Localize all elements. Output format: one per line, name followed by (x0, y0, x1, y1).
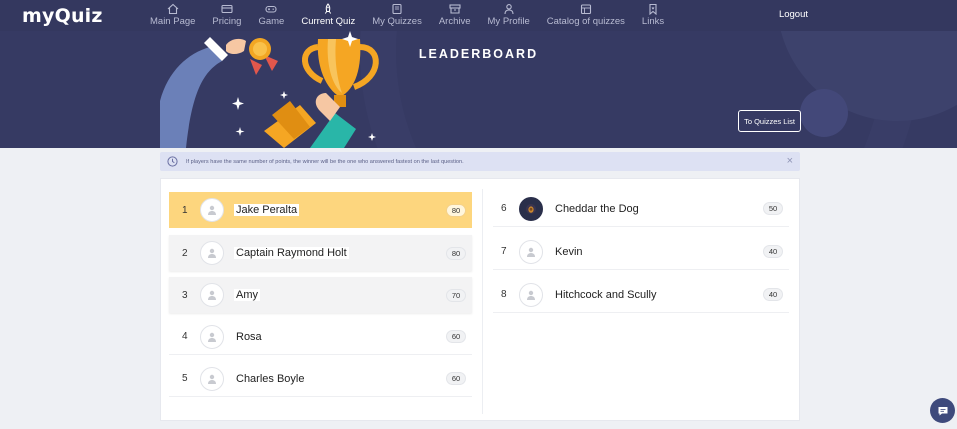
avatar (519, 239, 543, 264)
logo-text-quiz: Quiz (54, 5, 103, 27)
banner-decoration-circle-small (800, 89, 848, 137)
player-name: Rosa (236, 330, 262, 343)
user-avatar-icon (208, 332, 216, 342)
leaderboard-row: 3 Amy 70 (169, 277, 472, 313)
score-badge: 80 (446, 203, 466, 217)
gamepad-icon (265, 5, 277, 13)
rank-number: 4 (182, 331, 188, 342)
tie-break-info-banner: If players have the same number of point… (160, 152, 800, 171)
page-title: LEADERBOARD (418, 47, 539, 61)
avatar (200, 324, 224, 349)
rank-number: 3 (182, 289, 188, 301)
nav-my-quizzes-label: My Quizzes (372, 16, 422, 27)
nav-archive-label: Archive (438, 16, 471, 27)
leaderboard-row: 6 Cheddar the Dog 50 (493, 191, 789, 227)
avatar (200, 241, 224, 265)
rank-number: 1 (182, 204, 188, 216)
nav-my-profile-label: My Profile (487, 16, 530, 27)
nav-links[interactable]: Links (642, 0, 664, 31)
user-avatar-icon (208, 290, 216, 300)
chat-bubble-icon (938, 406, 947, 415)
leaderboard-row: 4 Rosa 60 (169, 319, 472, 355)
nav-pricing-label: Pricing (212, 16, 242, 27)
user-avatar-icon (208, 205, 216, 215)
avatar (200, 283, 224, 307)
user-icon (504, 4, 514, 15)
player-name: Cheddar the Dog (555, 202, 639, 215)
main-nav: Main Page Pricing Game Current Quiz My Q… (150, 0, 681, 31)
rank-number: 8 (501, 289, 507, 300)
player-name-text: Jake Peralta (234, 204, 300, 216)
rank-number: 6 (501, 203, 507, 214)
score-badge: 40 (763, 288, 783, 301)
player-name-text: Amy (234, 289, 260, 301)
dog-photo-avatar-icon (526, 203, 536, 214)
avatar (519, 196, 543, 221)
to-quizzes-list-button[interactable]: To Quizzes List (738, 110, 801, 132)
leaderboard-row: 2 Captain Raymond Holt 80 (169, 235, 472, 271)
clock-icon (167, 156, 178, 167)
user-avatar-icon (208, 248, 216, 258)
rank-number: 7 (501, 246, 507, 257)
leaderboard-row: 7 Kevin 40 (493, 234, 789, 270)
card-icon (221, 4, 233, 14)
nav-game-label: Game (258, 16, 285, 27)
column-divider (482, 189, 483, 414)
score-badge: 40 (763, 245, 783, 258)
nav-pricing[interactable]: Pricing (212, 0, 241, 31)
avatar (200, 198, 224, 222)
nav-main-page[interactable]: Main Page (150, 0, 195, 31)
score-badge: 70 (446, 288, 466, 302)
user-avatar-icon (527, 290, 535, 300)
player-name: Hitchcock and Scully (555, 288, 657, 301)
player-name: Captain Raymond Holt (234, 247, 349, 259)
avatar (200, 366, 224, 391)
nav-links-label: Links (641, 16, 665, 27)
player-name: Charles Boyle (236, 372, 305, 385)
leaderboard-row: 5 Charles Boyle 60 (169, 361, 472, 397)
bookmark-icon (649, 3, 657, 15)
logout-link[interactable]: Logout (779, 9, 808, 20)
player-name: Kevin (555, 245, 583, 258)
nav-my-quizzes[interactable]: My Quizzes (372, 0, 422, 31)
nav-current-quiz[interactable]: Current Quiz (301, 0, 355, 31)
rocket-icon (325, 3, 332, 14)
nav-my-profile[interactable]: My Profile (488, 0, 530, 31)
leaderboard-card: 1 Jake Peralta 80 2 Captain Raymond Holt… (160, 178, 800, 421)
score-badge: 80 (446, 246, 466, 260)
info-text: If players have the same number of point… (186, 158, 464, 165)
nav-catalog[interactable]: Catalog of quizzes (547, 0, 625, 31)
logo-text-my: my (22, 5, 55, 27)
chat-button[interactable] (930, 398, 955, 423)
player-name: Jake Peralta (234, 204, 300, 216)
quizzes-icon (392, 3, 402, 15)
leaderboard-row: 1 Jake Peralta 80 (169, 192, 472, 228)
rank-number: 5 (182, 373, 188, 384)
leaderboard-row: 8 Hitchcock and Scully 40 (493, 277, 789, 313)
top-navigation-bar: myQuiz Main Page Pricing Game Current Qu… (0, 0, 957, 31)
home-icon (167, 3, 179, 15)
close-icon[interactable]: × (787, 155, 793, 167)
nav-archive[interactable]: Archive (439, 0, 471, 31)
score-badge: 60 (446, 330, 466, 343)
leaderboard-banner: LEADERBOARD To Quizzes List (0, 31, 957, 148)
catalog-icon (580, 4, 591, 15)
score-badge: 50 (763, 202, 783, 215)
player-name-text: Captain Raymond Holt (234, 247, 349, 259)
user-avatar-icon (208, 374, 216, 384)
nav-current-quiz-label: Current Quiz (301, 16, 356, 27)
nav-main-page-label: Main Page (150, 16, 196, 27)
archive-icon (449, 4, 461, 14)
avatar (519, 282, 543, 307)
user-avatar-icon (527, 247, 535, 257)
player-name: Amy (234, 289, 260, 301)
nav-catalog-label: Catalog of quizzes (546, 16, 625, 27)
nav-game[interactable]: Game (258, 0, 284, 31)
rank-number: 2 (182, 247, 188, 259)
score-badge: 60 (446, 372, 466, 385)
logo[interactable]: myQuiz (22, 5, 103, 27)
